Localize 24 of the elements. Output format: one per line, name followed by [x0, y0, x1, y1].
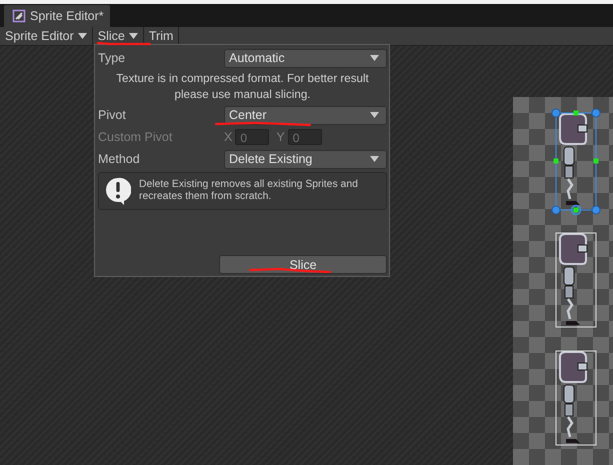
robot-sprite[interactable]: [556, 232, 596, 328]
warning-message: Texture is in compressed format. For better result please use manual slicing.: [115, 71, 370, 103]
caret-icon: [370, 112, 379, 118]
dropdown-field[interactable]: Automatic: [224, 48, 387, 68]
dropdown-field[interactable]: Center: [224, 106, 387, 124]
robot-sprite[interactable]: [556, 350, 596, 446]
caret-icon: [78, 33, 87, 39]
field-label: Pivot: [98, 108, 127, 122]
sprite-editor-icon: [12, 9, 26, 23]
info-icon: [105, 177, 131, 205]
robot-sprite[interactable]: [552, 108, 600, 216]
caret-icon: [370, 156, 379, 162]
slice-button[interactable]: Slice: [219, 255, 387, 274]
caret-icon: [370, 55, 379, 61]
window-tab[interactable]: Sprite Editor*: [4, 5, 110, 27]
caret-icon: [128, 33, 138, 39]
axis-label: X: [224, 130, 232, 144]
dropdown-field[interactable]: Delete Existing: [224, 150, 387, 168]
help-text: Delete Existing removes all existing Sprites and recreates them from scratch.: [139, 179, 359, 203]
field-label: Custom Pivot: [98, 130, 174, 144]
underline-mark: [96, 42, 152, 46]
field-label: Method: [98, 152, 141, 166]
field-label: Type: [98, 51, 126, 65]
axis-label: Y: [276, 130, 285, 144]
